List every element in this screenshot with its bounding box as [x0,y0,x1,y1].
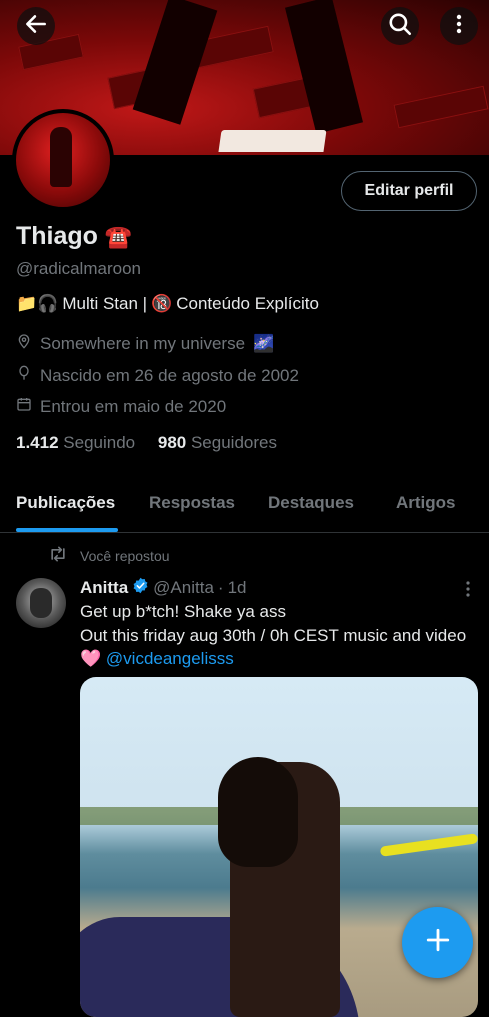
folder-headphones-emoji-icon: 📁🎧 [16,294,59,313]
balloon-icon [16,365,32,386]
tweet-time[interactable]: 1d [228,578,247,598]
tab-destaques[interactable]: Destaques [268,493,354,513]
calendar-icon [16,396,32,417]
profile-handle: @radicalmaroon [16,259,141,278]
avatar-figure [30,588,52,618]
more-vertical-icon [462,581,474,602]
tweet-separator: · [217,578,224,597]
media-decor [218,757,298,867]
tab-respostas[interactable]: Respostas [149,493,235,513]
followers-link[interactable]: 980 Seguidores [158,433,277,452]
tweet-more-button[interactable] [462,580,474,603]
following-label: Seguindo [63,433,136,452]
tweet-header: Anitta @Anitta · 1d [80,577,247,599]
more-vertical-icon [447,12,471,41]
verified-badge-icon [132,577,149,599]
avatar-figure [50,127,72,187]
tweet-text-line1: Get up b*tch! Shake ya ass [80,602,287,621]
repost-label: Você repostou [80,547,170,564]
profile-joined: Entrou em maio de 2020 [16,396,226,417]
tweet-text-line2: Out this friday aug 30th / 0h CEST music… [80,626,467,645]
followers-count: 980 [157,433,187,452]
tweet-author-handle[interactable]: @Anitta [153,578,214,598]
location-text: Somewhere in my universe [40,333,246,353]
tweet-mention-link[interactable]: @vicdeangelisss [106,649,234,668]
no-under-18-emoji-icon: 🔞 [151,294,173,313]
banner-decor [284,0,364,134]
tab-artigos[interactable]: Artigos [396,493,456,513]
profile-birthday: Nascido em 26 de agosto de 2002 [16,365,299,386]
tweet-author-avatar[interactable] [16,578,66,628]
banner-decor [393,85,489,129]
following-count: 1.412 [16,433,59,452]
profile-stats: 1.412 Seguindo 980 Seguidores [16,433,277,453]
repost-indicator: Você repostou [48,545,170,566]
profile-avatar[interactable] [12,109,114,211]
edit-profile-button[interactable]: Editar perfil [341,171,477,211]
followers-label: Seguidores [190,433,277,452]
plus-icon [425,927,451,958]
bio-text-2: Conteúdo Explícito [176,294,319,313]
banner-decor [218,130,327,152]
retweet-icon [48,545,68,566]
search-icon [387,11,413,42]
profile-bio: 📁🎧 Multi Stan | 🔞 Conteúdo Explícito [16,294,319,314]
profile-location: Somewhere in my universe 🌌 [16,333,274,354]
profile-name: Thiago ☎️ [16,222,132,251]
birthday-text: Nascido em 26 de agosto de 2002 [40,365,299,385]
pink-heart-emoji-icon: 🩷 [80,649,102,668]
telephone-emoji-icon: ☎️ [104,224,133,249]
profile-name-text: Thiago [16,222,98,250]
joined-text: Entrou em maio de 2020 [40,396,227,416]
tweet-author-name[interactable]: Anitta [80,578,128,598]
more-options-button[interactable] [440,7,478,45]
search-button[interactable] [381,7,419,45]
tab-publicacoes[interactable]: Publicações [16,493,115,513]
active-tab-indicator [16,528,118,532]
arrow-left-icon [23,11,49,42]
milky-way-emoji-icon: 🌌 [253,333,275,353]
tweet-text-line3: 🩷 @vicdeangelisss [80,649,234,669]
profile-tabs: Publicações Respostas Destaques Artigos [0,480,489,533]
following-link[interactable]: 1.412 Seguindo [16,433,135,452]
back-button[interactable] [17,7,55,45]
location-pin-icon [16,333,32,354]
media-decor [379,833,478,857]
bio-text-1: Multi Stan | [62,294,148,313]
compose-fab-button[interactable] [402,907,473,978]
